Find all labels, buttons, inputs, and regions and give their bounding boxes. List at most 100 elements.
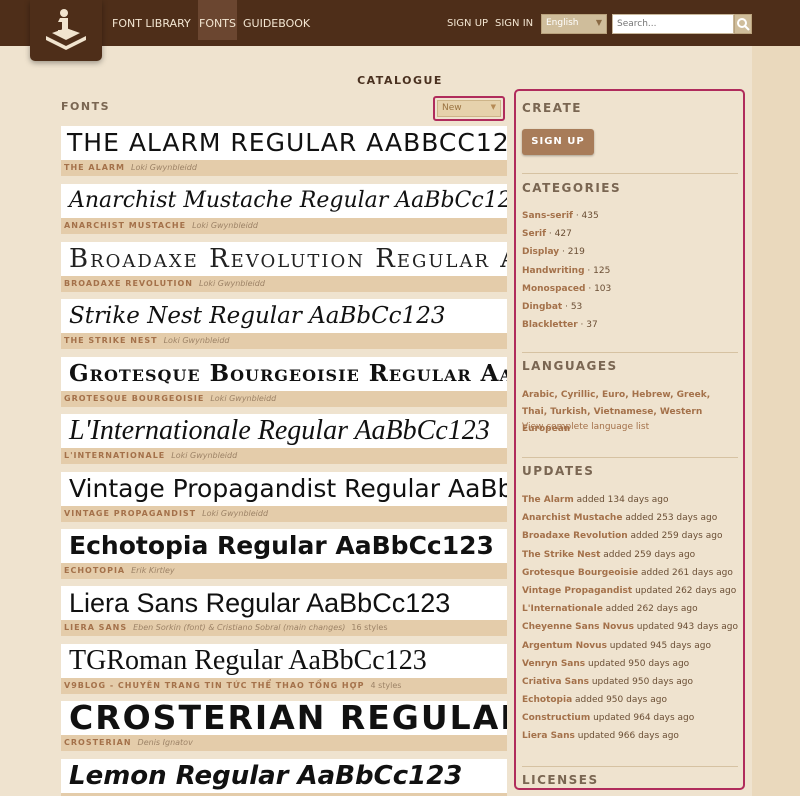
- nav-fonts[interactable]: FONTS: [198, 0, 237, 40]
- font-specimen[interactable]: THE ALARM REGULAR AABBCC123: [61, 126, 507, 160]
- update-font-link[interactable]: Vintage Propagandist: [522, 586, 632, 596]
- sort-select[interactable]: New ▼: [437, 100, 501, 117]
- search-input[interactable]: [612, 14, 734, 34]
- font-meta: GROTESQUE BOURGEOISIE Loki Gwynbleidd: [64, 394, 276, 403]
- font-name-link[interactable]: L'INTERNATIONALE: [64, 451, 165, 460]
- font-name-link[interactable]: BROADAXE REVOLUTION: [64, 279, 193, 288]
- font-specimen[interactable]: L'Internationale Regular AaBbCc123: [61, 414, 507, 448]
- font-specimen[interactable]: Anarchist Mustache Regular AaBbCc123: [61, 184, 507, 218]
- category-item: Serif · 427: [522, 225, 611, 243]
- update-text: added 950 days ago: [572, 695, 667, 706]
- category-count: · 103: [585, 283, 612, 294]
- update-font-link[interactable]: Argentum Novus: [522, 641, 607, 651]
- font-row-lemon[interactable]: Lemon Regular AaBbCc123: [61, 759, 507, 796]
- update-text: added 262 days ago: [602, 604, 698, 615]
- update-item: Broadaxe Revolution added 259 days ago: [522, 527, 738, 545]
- font-row-grotesque-bourgeoisie[interactable]: Grotesque Bourgeoisie Regular AaBbCc123 …: [61, 357, 507, 407]
- category-link-monospaced[interactable]: Monospaced: [522, 284, 585, 294]
- nav-sign-up[interactable]: SIGN UP: [447, 0, 488, 40]
- fonts-heading: FONTS: [61, 100, 110, 113]
- font-row-liera-sans[interactable]: Liera Sans Regular AaBbCc123 LIERA SANS E…: [61, 586, 507, 636]
- font-row-the-alarm[interactable]: THE ALARM REGULAR AABBCC123 THE ALARM Lok…: [61, 126, 507, 176]
- font-specimen[interactable]: Vintage Propagandist Regular AaBbCc123: [61, 472, 507, 506]
- font-specimen[interactable]: Echotopia Regular AaBbCc123: [61, 529, 507, 563]
- update-font-link[interactable]: Venryn Sans: [522, 659, 585, 669]
- update-font-link[interactable]: Grotesque Bourgeoisie: [522, 568, 638, 578]
- font-author-link[interactable]: Loki Gwynbleidd: [171, 451, 237, 460]
- update-font-link[interactable]: The Alarm: [522, 495, 574, 505]
- category-item: Dingbat · 53: [522, 298, 611, 316]
- update-text: updated 943 days ago: [633, 622, 738, 633]
- category-item: Blackletter · 37: [522, 316, 611, 334]
- font-specimen[interactable]: Lemon Regular AaBbCc123: [61, 759, 507, 793]
- font-name-link[interactable]: GROTESQUE BOURGEOISIE: [64, 394, 204, 403]
- font-name-link[interactable]: CROSTERIAN: [64, 738, 132, 747]
- update-font-link[interactable]: Constructium: [522, 713, 590, 723]
- font-name-link[interactable]: VINTAGE PROPAGANDIST: [64, 509, 196, 518]
- font-specimen[interactable]: TGRoman Regular AaBbCc123: [61, 644, 507, 678]
- font-name-link[interactable]: ECHOTOPIA: [64, 566, 125, 575]
- divider: [522, 766, 738, 767]
- font-author-link[interactable]: Loki Gwynbleidd: [192, 221, 258, 230]
- font-author-link[interactable]: Loki Gwynbleidd: [199, 279, 265, 288]
- font-author-link[interactable]: Loki Gwynbleidd: [202, 509, 268, 518]
- font-row-anarchist-mustache[interactable]: Anarchist Mustache Regular AaBbCc123 ANA…: [61, 184, 507, 234]
- font-specimen[interactable]: Grotesque Bourgeoisie Regular AaBbCc123: [61, 357, 507, 391]
- update-text: updated 966 days ago: [574, 731, 679, 742]
- site-logo[interactable]: [30, 0, 102, 61]
- update-font-link[interactable]: Echotopia: [522, 695, 572, 705]
- font-name-link[interactable]: THE ALARM: [64, 163, 125, 172]
- font-row-tgroman[interactable]: TGRoman Regular AaBbCc123 V9BLOG - CHUYÊ…: [61, 644, 507, 694]
- category-link-dingbat[interactable]: Dingbat: [522, 302, 562, 312]
- font-row-echotopia[interactable]: Echotopia Regular AaBbCc123 ECHOTOPIA Eri…: [61, 529, 507, 579]
- font-row-broadaxe-revolution[interactable]: Broadaxe Revolution Regular AaBbCc123 BR…: [61, 242, 507, 292]
- category-link-serif[interactable]: Serif: [522, 229, 546, 239]
- category-count: · 37: [577, 320, 598, 331]
- font-meta: THE ALARM Loki Gwynbleidd: [64, 163, 197, 172]
- font-author-link[interactable]: Loki Gwynbleidd: [210, 394, 276, 403]
- font-author-link[interactable]: Eben Sorkin (font) & Cristiano Sobral (m…: [133, 623, 345, 632]
- update-font-link[interactable]: The Strike Nest: [522, 550, 600, 560]
- font-name-link[interactable]: LIERA SANS: [64, 623, 127, 632]
- font-author-link[interactable]: Denis Ignatov: [138, 738, 193, 747]
- create-sign-up-button[interactable]: SIGN UP: [522, 129, 594, 155]
- category-link-display[interactable]: Display: [522, 247, 559, 257]
- font-name-link[interactable]: ANARCHIST MUSTACHE: [64, 221, 186, 230]
- font-specimen[interactable]: Strike Nest Regular AaBbCc123: [61, 299, 507, 333]
- update-font-link[interactable]: Liera Sans: [522, 731, 575, 741]
- category-item: Sans-serif · 435: [522, 207, 611, 225]
- language-select[interactable]: English ▼: [541, 14, 607, 34]
- font-meta: THE STRIKE NEST Loki Gwynbleidd: [64, 336, 230, 345]
- font-author-link[interactable]: Erik Kirtley: [131, 566, 175, 575]
- category-count: · 219: [559, 247, 585, 258]
- search-button[interactable]: [734, 14, 752, 34]
- font-specimen[interactable]: CROSTERIAN REGULAR AABBCC123: [61, 701, 507, 735]
- update-font-link[interactable]: Broadaxe Revolution: [522, 531, 628, 541]
- nav-font-library[interactable]: FONT LIBRARY: [112, 0, 191, 40]
- nav-sign-in[interactable]: SIGN IN: [495, 0, 533, 40]
- font-row-vintage-propagandist[interactable]: Vintage Propagandist Regular AaBbCc123 V…: [61, 472, 507, 522]
- category-link-sans-serif[interactable]: Sans-serif: [522, 211, 573, 221]
- font-row-the-strike-nest[interactable]: Strike Nest Regular AaBbCc123 THE STRIKE…: [61, 299, 507, 349]
- view-language-list-link[interactable]: View complete language list: [522, 422, 649, 432]
- font-author-link[interactable]: Loki Gwynbleidd: [164, 336, 230, 345]
- update-font-link[interactable]: L'Internationale: [522, 604, 603, 614]
- categories-heading: CATEGORIES: [522, 181, 622, 195]
- category-count: · 427: [546, 229, 572, 240]
- update-font-link[interactable]: Criativa Sans: [522, 677, 589, 687]
- updates-heading: UPDATES: [522, 464, 595, 478]
- font-author-link[interactable]: Loki Gwynbleidd: [131, 163, 197, 172]
- font-row-linternationale[interactable]: L'Internationale Regular AaBbCc123 L'INT…: [61, 414, 507, 464]
- font-specimen[interactable]: Broadaxe Revolution Regular AaBbCc123: [61, 242, 507, 276]
- page-side-strip: [752, 46, 800, 796]
- category-link-handwriting[interactable]: Handwriting: [522, 266, 585, 276]
- font-specimen[interactable]: Liera Sans Regular AaBbCc123: [61, 586, 507, 620]
- font-name-link[interactable]: THE STRIKE NEST: [64, 336, 158, 345]
- font-row-crosterian[interactable]: CROSTERIAN REGULAR AABBCC123 CROSTERIAN D…: [61, 701, 507, 751]
- font-name-link[interactable]: V9BLOG - CHUYÊN TRANG TIN TỨC THỂ THAO T…: [64, 681, 364, 690]
- nav-guidebook[interactable]: GUIDEBOOK: [243, 0, 310, 40]
- update-font-link[interactable]: Cheyenne Sans Novus: [522, 622, 634, 632]
- update-font-link[interactable]: Anarchist Mustache: [522, 513, 622, 523]
- update-item: Argentum Novus updated 945 days ago: [522, 637, 738, 655]
- category-link-blackletter[interactable]: Blackletter: [522, 320, 578, 330]
